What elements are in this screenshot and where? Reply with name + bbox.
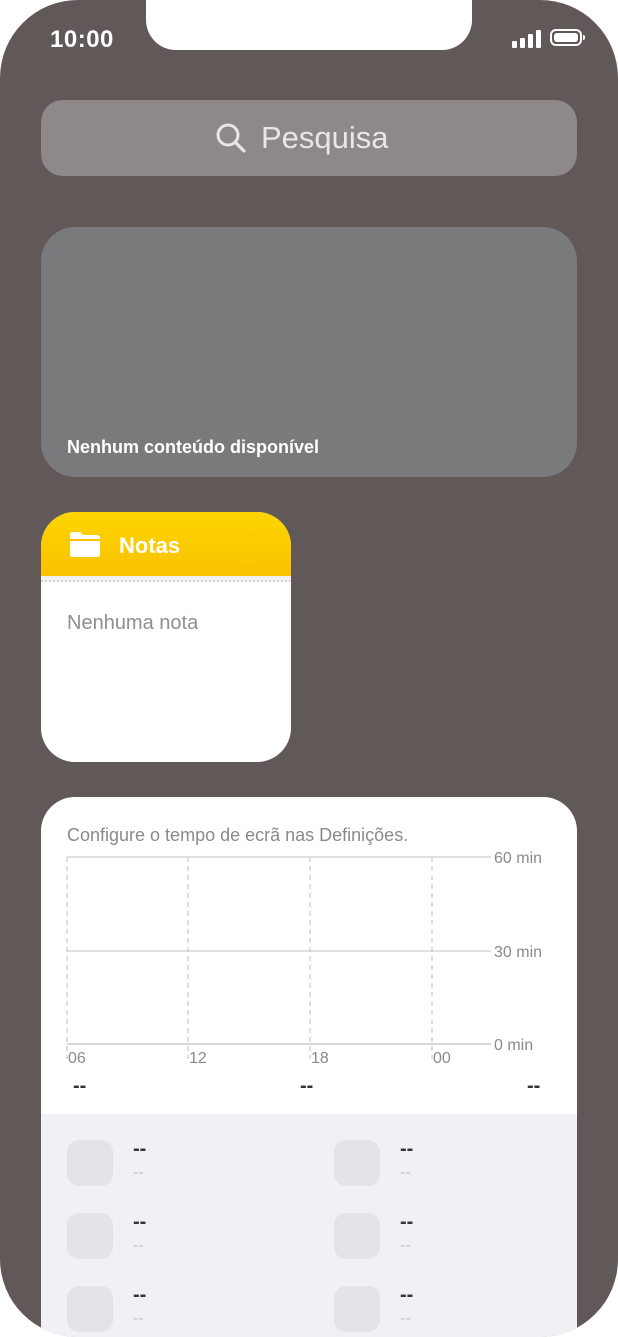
status-time: 10:00 — [50, 26, 114, 53]
app-icon-placeholder[interactable] — [67, 1213, 113, 1259]
app-usage-value: -- — [400, 1211, 414, 1233]
screen-time-chart: 60 min 30 min 0 min 06 12 18 00 — [66, 850, 542, 1067]
y-tick-60: 60 min — [494, 850, 542, 867]
cellular-signal-icon — [512, 30, 542, 48]
app-usage-sub: -- — [400, 1237, 411, 1254]
total-value-center: -- — [300, 1075, 314, 1097]
app-icon-placeholder[interactable] — [334, 1213, 380, 1259]
screen-time-message: Configure o tempo de ecrã nas Definições… — [67, 825, 409, 845]
empty-widget[interactable]: Nenhum conteúdo disponível — [41, 227, 577, 477]
total-value-right: -- — [527, 1075, 541, 1097]
phone-screen: 10:00 Nenhum conteúdo disponível Notas N… — [0, 0, 618, 1337]
notes-widget[interactable]: Notas Nenhuma nota — [41, 512, 291, 762]
battery-icon — [550, 29, 585, 46]
total-value-left: -- — [73, 1075, 87, 1097]
notes-widget-title: Notas — [119, 533, 181, 558]
app-usage-list: -- -- -- -- -- -- -- -- -- -- -- -- — [41, 1114, 577, 1337]
notes-empty-label: Nenhuma nota — [67, 612, 199, 634]
search-input[interactable] — [259, 119, 403, 157]
app-icon-placeholder[interactable] — [334, 1286, 380, 1332]
x-tick-00: 00 — [433, 1050, 451, 1067]
app-usage-sub: -- — [133, 1310, 144, 1327]
screen-time-widget[interactable]: Configure o tempo de ecrã nas Definições… — [41, 797, 577, 1337]
app-usage-value: -- — [400, 1284, 414, 1306]
app-usage-value: -- — [133, 1211, 147, 1233]
app-usage-sub: -- — [133, 1237, 144, 1254]
search-icon — [216, 123, 246, 153]
y-tick-30: 30 min — [494, 944, 542, 961]
app-usage-sub: -- — [133, 1164, 144, 1181]
screen-time-totals: -- -- -- — [41, 1075, 577, 1105]
x-tick-12: 12 — [189, 1050, 207, 1067]
folder-icon — [70, 532, 100, 557]
app-icon-placeholder[interactable] — [334, 1140, 380, 1186]
x-tick-06: 06 — [68, 1050, 86, 1067]
app-usage-value: -- — [133, 1284, 147, 1306]
app-usage-value: -- — [133, 1138, 147, 1160]
empty-widget-label: Nenhum conteúdo disponível — [67, 437, 320, 457]
app-icon-placeholder[interactable] — [67, 1286, 113, 1332]
app-usage-sub: -- — [400, 1164, 411, 1181]
app-usage-value: -- — [400, 1138, 414, 1160]
app-icon-placeholder[interactable] — [67, 1140, 113, 1186]
y-tick-0: 0 min — [494, 1037, 533, 1054]
search-bar[interactable] — [41, 100, 577, 176]
notch — [146, 0, 472, 50]
app-usage-sub: -- — [400, 1310, 411, 1327]
notes-divider — [41, 576, 291, 582]
x-tick-18: 18 — [311, 1050, 329, 1067]
notes-widget-header: Notas — [41, 512, 291, 576]
